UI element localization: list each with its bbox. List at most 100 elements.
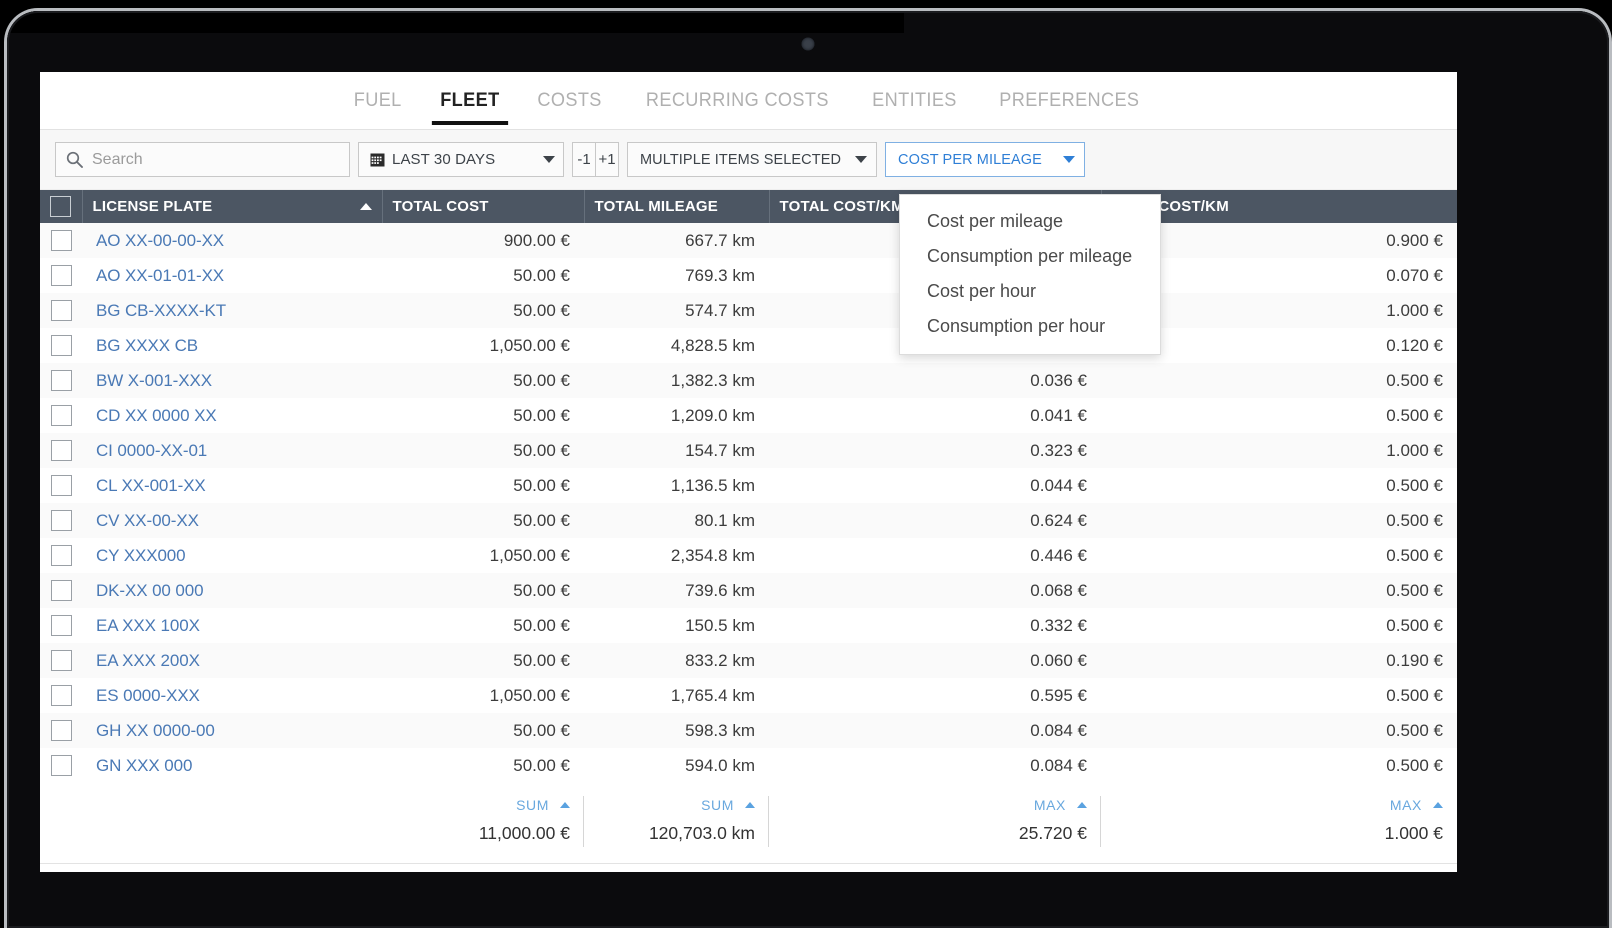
- cell-plate[interactable]: CY XXX000: [82, 538, 382, 573]
- cell-total-cost-km: 0.068 €: [1030, 580, 1087, 600]
- cell-total-cost-km: 0.036 €: [1030, 370, 1087, 390]
- menu-item-cost-per-mileage[interactable]: Cost per mileage: [900, 204, 1160, 239]
- menu-item-cost-per-hour[interactable]: Cost per hour: [900, 274, 1160, 309]
- row-select-cell[interactable]: [40, 258, 82, 293]
- nav-tab-entities[interactable]: ENTITIES: [857, 89, 973, 125]
- row-select-cell[interactable]: [40, 468, 82, 503]
- row-select-cell[interactable]: [40, 573, 82, 608]
- table-row[interactable]: CY XXX000 1,050.00 € 2,354.8 km 0.446 € 0.50…: [40, 538, 1457, 573]
- row-select-cell[interactable]: [40, 433, 82, 468]
- row-checkbox[interactable]: [50, 405, 72, 426]
- table-row[interactable]: ES 0000-XXX 1,050.00 € 1,765.4 km 0.595 € 0.…: [40, 678, 1457, 713]
- date-step-plus-button[interactable]: +1: [595, 142, 619, 177]
- row-select-cell[interactable]: [40, 643, 82, 678]
- column-header-total-cost[interactable]: TOTAL COST: [382, 190, 585, 223]
- menu-item-consumption-per-hour[interactable]: Consumption per hour: [900, 309, 1160, 344]
- cell-used-cost-km: 0.500 €: [1386, 510, 1443, 530]
- row-checkbox[interactable]: [50, 475, 72, 496]
- row-select-cell[interactable]: [40, 713, 82, 748]
- aggregate-function-selector[interactable]: MAX: [783, 793, 1087, 817]
- table-row[interactable]: CL XX-001-XX 50.00 € 1,136.5 km 0.044 € 0.50…: [40, 468, 1457, 503]
- cell-total-cost-km: 0.624 €: [1030, 510, 1087, 530]
- nav-tab-preferences[interactable]: PREFERENCES: [984, 89, 1156, 125]
- select-all-header[interactable]: [40, 190, 83, 223]
- cell-plate[interactable]: CI 0000-XX-01: [82, 433, 382, 468]
- items-selector[interactable]: MULTIPLE ITEMS SELECTED: [627, 142, 877, 177]
- cell-plate[interactable]: AO XX-00-00-XX: [82, 223, 382, 258]
- menu-item-consumption-per-mileage[interactable]: Consumption per mileage: [900, 239, 1160, 274]
- row-checkbox[interactable]: [50, 230, 72, 251]
- table-row[interactable]: CD XX 0000 XX 50.00 € 1,209.0 km 0.041 € 0.5…: [40, 398, 1457, 433]
- row-checkbox[interactable]: [50, 440, 72, 461]
- cell-plate[interactable]: ES 0000-XXX: [82, 678, 382, 713]
- table-row[interactable]: DK-XX 00 000 50.00 € 739.6 km 0.068 € 0.500 …: [40, 573, 1457, 608]
- row-select-cell[interactable]: [40, 293, 82, 328]
- row-checkbox[interactable]: [50, 545, 72, 566]
- table-row[interactable]: CV XX-00-XX 50.00 € 80.1 km 0.624 € 0.500 €: [40, 503, 1457, 538]
- cell-plate[interactable]: CD XX 0000 XX: [82, 398, 382, 433]
- table-row[interactable]: BW X-001-XXX 50.00 € 1,382.3 km 0.036 € 0.50…: [40, 363, 1457, 398]
- search-field[interactable]: [55, 142, 350, 177]
- metric-dropdown-menu: Cost per mileage Consumption per mileage…: [899, 194, 1161, 355]
- cell-plate[interactable]: GH XX 0000-00: [82, 713, 382, 748]
- cell-plate[interactable]: CL XX-001-XX: [82, 468, 382, 503]
- cell-plate[interactable]: AO XX-01-01-XX: [82, 258, 382, 293]
- table-row[interactable]: AO XX-01-01-XX 50.00 €769.3 km 0.070 €: [40, 258, 1457, 293]
- row-select-cell[interactable]: [40, 678, 82, 713]
- table-row[interactable]: BG XXXX CB1,050.00 €4,828.5 km0.217 €0.1…: [40, 328, 1457, 363]
- row-checkbox[interactable]: [50, 370, 72, 391]
- cell-plate[interactable]: EA XXX 200X: [82, 643, 382, 678]
- row-select-cell[interactable]: [40, 503, 82, 538]
- cell-plate[interactable]: EA XXX 100X: [82, 608, 382, 643]
- row-select-cell[interactable]: [40, 363, 82, 398]
- row-checkbox[interactable]: [50, 755, 72, 776]
- aggregate-function-selector[interactable]: SUM: [598, 793, 755, 817]
- row-select-cell[interactable]: [40, 608, 82, 643]
- date-step-minus-button[interactable]: -1: [572, 142, 596, 177]
- column-header-license-plate[interactable]: LICENSE PLATE: [82, 190, 383, 223]
- row-checkbox[interactable]: [50, 510, 72, 531]
- cell-plate[interactable]: BG CB-XXXX-KT: [82, 293, 382, 328]
- table-row[interactable]: EA XXX 200X 50.00 € 833.2 km 0.060 € 0.190 €: [40, 643, 1457, 678]
- row-checkbox[interactable]: [50, 615, 72, 636]
- aggregate-function-selector[interactable]: SUM: [396, 793, 570, 817]
- table-row[interactable]: GH XX 0000-00 50.00 € 598.3 km 0.084 € 0.500…: [40, 713, 1457, 748]
- table-row[interactable]: EA XXX 100X 50.00 € 150.5 km 0.332 € 0.500 €: [40, 608, 1457, 643]
- cell-plate[interactable]: DK-XX 00 000: [82, 573, 382, 608]
- row-select-cell[interactable]: [40, 538, 82, 573]
- row-select-cell[interactable]: [40, 223, 82, 258]
- table-row[interactable]: GN XXX 000 50.00 € 594.0 km 0.084 € 0.500 €: [40, 748, 1457, 783]
- table-row[interactable]: CI 0000-XX-01 50.00 € 154.7 km 0.323 € 1.000…: [40, 433, 1457, 468]
- cell-plate[interactable]: BW X-001-XXX: [82, 363, 382, 398]
- footer-divider: [40, 863, 1457, 864]
- cell-total-cost-km: 0.044 €: [1030, 475, 1087, 495]
- row-checkbox[interactable]: [50, 720, 72, 741]
- row-checkbox[interactable]: [50, 335, 72, 356]
- cell-plate[interactable]: CV XX-00-XX: [82, 503, 382, 538]
- cell-plate[interactable]: BG XXXX CB: [82, 328, 382, 363]
- aggregate-function-selector[interactable]: MAX: [1115, 793, 1443, 817]
- select-all-checkbox[interactable]: [50, 196, 72, 217]
- metric-selector[interactable]: COST PER MILEAGE: [885, 142, 1085, 177]
- row-checkbox[interactable]: [50, 265, 72, 286]
- cell-plate[interactable]: GN XXX 000: [82, 748, 382, 783]
- table-aggregates-row: SUM 11,000.00 € SUM 120,703.0 km MAX 25.…: [40, 783, 1457, 849]
- nav-tab-costs[interactable]: COSTS: [522, 89, 618, 125]
- column-header-total-mileage[interactable]: TOTAL MILEAGE: [584, 190, 770, 223]
- row-checkbox[interactable]: [50, 685, 72, 706]
- row-select-cell[interactable]: [40, 398, 82, 433]
- date-range-selector[interactable]: LAST 30 DAYS: [358, 142, 564, 177]
- search-input[interactable]: [92, 150, 339, 169]
- cell-total-cost: 50.00 €: [513, 370, 570, 390]
- row-checkbox[interactable]: [50, 300, 72, 321]
- table-row[interactable]: BG CB-XXXX-KT 50.00 €574.7 km 1.000 €: [40, 293, 1457, 328]
- nav-tab-recurring-costs[interactable]: RECURRING COSTS: [630, 89, 845, 125]
- nav-tab-fleet[interactable]: FLEET: [424, 89, 515, 125]
- nav-tab-fuel[interactable]: FUEL: [338, 89, 417, 125]
- cell-total-mileage: 154.7 km: [685, 440, 755, 460]
- row-select-cell[interactable]: [40, 328, 82, 363]
- row-checkbox[interactable]: [50, 650, 72, 671]
- table-row[interactable]: AO XX-00-00-XX 900.00 €667.7 km 0.900 €: [40, 223, 1457, 258]
- row-select-cell[interactable]: [40, 748, 82, 783]
- row-checkbox[interactable]: [50, 580, 72, 601]
